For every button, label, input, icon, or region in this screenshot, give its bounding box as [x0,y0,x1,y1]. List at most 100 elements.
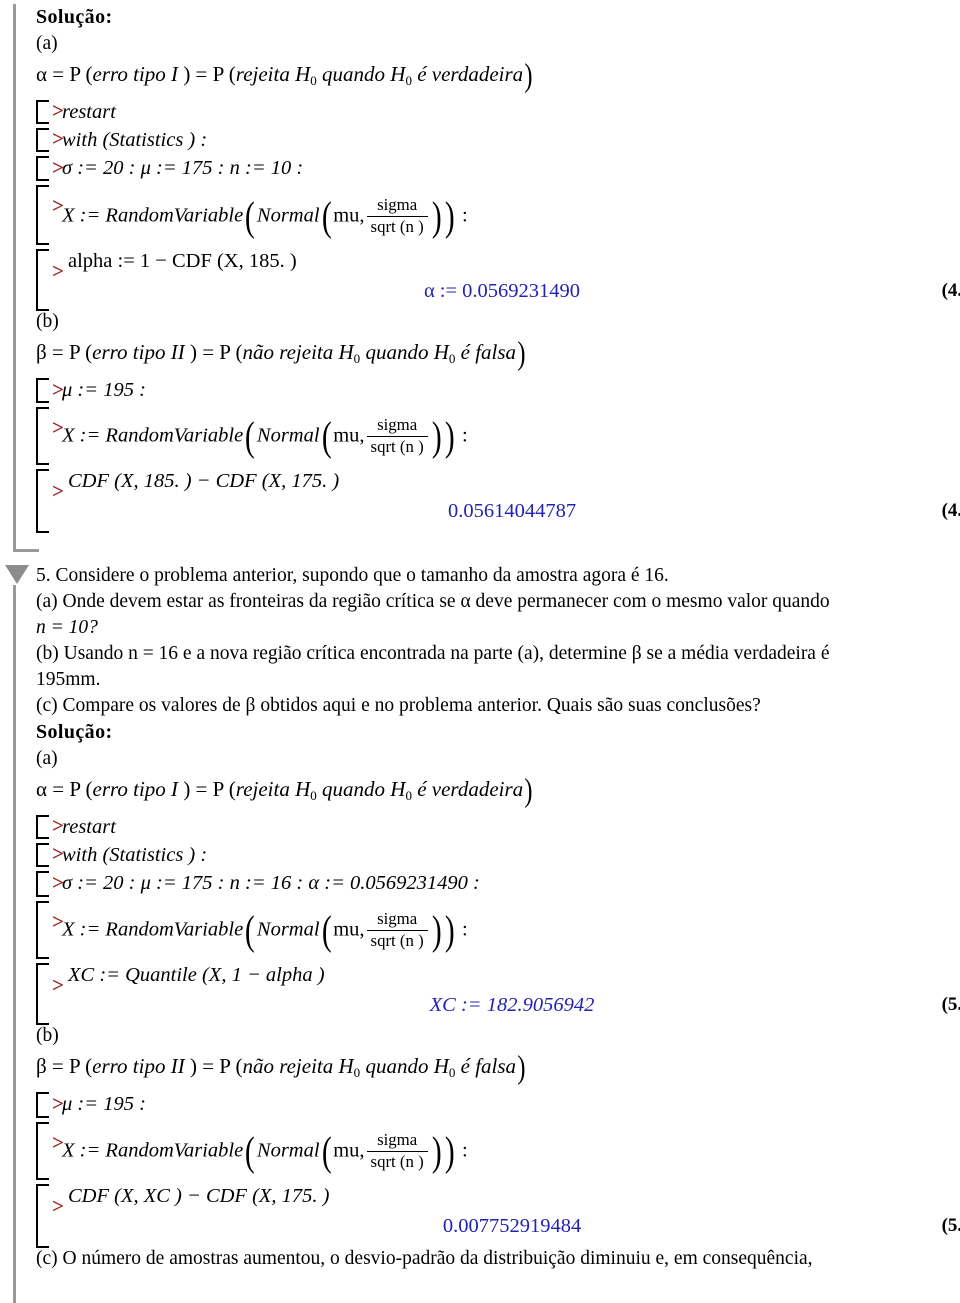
rv-arg1: mu, [333,204,365,227]
alpha-lead: α = P ( [36,62,93,86]
alpha-definition-5: α = P (erro tipo I ) = P (rejeita H0 qua… [22,772,960,813]
maple-input-randomvariable-4[interactable]: X := RandomVariable(Normal(mu, sigma sqrt … [62,183,960,237]
maple-input-randomvariable2-4[interactable]: X := RandomVariable(Normal(mu, sigma sqrt … [62,405,960,457]
maple-output-beta-4: 0.05614044787 (4.2) [22,497,960,529]
rv5-tail: : [462,918,468,941]
xc-output-value: XC := 182.9056942 [429,994,595,1017]
exec-group-randomvariable2-5[interactable]: > X := RandomVariable(Normal(mu, sigma sqr… [22,1120,960,1182]
rv6-fraction: sigma sqrt (n ) [366,1130,428,1171]
maple-input-mu-4[interactable]: μ := 195 : [62,376,960,404]
maple-input-randomvariable2-5[interactable]: X := RandomVariable(Normal(mu, sigma sqrt … [62,1120,960,1172]
part-label-a-4: (a) [36,33,58,54]
section-problema-5: 5. Considere o problema anterior, supond… [0,563,960,1303]
alpha5-err1: erro tipo I [92,777,179,801]
maple-prompt-icon: > [52,415,64,440]
alpha5-close-paren: ) [524,772,533,809]
maple-input-restart-4[interactable]: restart [62,98,960,126]
rv2-numerator: sigma [377,415,418,435]
alpha5-expr-a: rejeita H [235,777,311,801]
maple-input-restart-5[interactable]: restart [62,813,960,841]
rv6-numerator: sigma [377,1130,418,1150]
exec-bracket [36,843,49,868]
maple-output-xc-5: XC := 182.9056942 (5.1) [22,991,960,1023]
problem-5-line-2b: n = 10? [22,615,960,641]
problem-5-conclusion: (c) O número de amostras aumentou, o des… [36,1248,813,1270]
alpha-expr-b: quando H [316,62,406,86]
beta-output-value: 0.05614044787 [447,500,577,523]
beta5-expr-c: é falsa [455,1054,517,1079]
equation-label-4-1[interactable]: (4.1) [942,277,960,305]
rv5-arg1: mu, [333,918,365,941]
beta5-expr-b: quando H [360,1054,449,1079]
section-collapse-triangle-icon[interactable] [5,565,29,584]
section-bracket-bar-5[interactable] [13,585,16,1303]
beta5-output-value: 0.007752919484 [442,1215,582,1238]
exec-group-alpha-4[interactable]: > alpha := 1 − CDF (X, 185. ) [22,247,960,312]
rv5-fraction: sigma sqrt (n ) [366,909,428,950]
exec-group-cdfdiff-4[interactable]: > CDF (X, 185. ) − CDF (X, 175. ) [22,467,960,534]
equation-label-5-1[interactable]: (5.1) [942,991,960,1019]
part-label-b-4: (b) [36,311,59,333]
exec-group-with-4[interactable]: > with (Statistics ) : [22,126,960,154]
beta-err2: erro tipo II [92,340,185,365]
maple-prompt-icon: > [52,1091,64,1116]
maple-input-mu-5[interactable]: μ := 195 : [62,1090,960,1118]
maple-input-with-4[interactable]: with (Statistics ) : [62,126,960,154]
exec-group-randomvariable-5[interactable]: > X := RandomVariable(Normal(mu, sigma sqr… [22,899,960,961]
maple-prompt-icon: > [52,909,64,934]
exec-group-with-5[interactable]: > with (Statistics ) : [22,841,960,869]
equation-label-5-2[interactable]: (5.2) [942,1212,960,1240]
exec-group-mu-5[interactable]: > μ := 195 : [22,1090,960,1120]
maple-input-alpha-4[interactable]: alpha := 1 − CDF (X, 185. ) [62,247,960,275]
problem-5-n-equals: n = 10? [36,617,98,638]
exec-bracket [36,185,49,246]
section-bracket-bar[interactable] [13,4,39,552]
exec-group-mu-4[interactable]: > μ := 195 : [22,376,960,405]
heading-solucao-4: Solução: [36,6,113,28]
maple-input-cdfdiff-4[interactable]: CDF (X, 185. ) − CDF (X, 175. ) [62,467,960,495]
exec-group-cdfdiff-5[interactable]: > CDF (X, XC ) − CDF (X, 175. ) [22,1182,960,1249]
maple-output-alpha-4: α := 0.0569231490 (4.1) [22,277,960,309]
maple-prompt-icon: > [52,126,64,151]
exec-bracket [36,1122,49,1181]
exec-group-assign-5[interactable]: > σ := 20 : μ := 175 : n := 16 : α := 0.… [22,869,960,899]
exec-group-restart-4[interactable]: > restart [22,98,960,126]
exec-group-randomvariable-4[interactable]: > X := RandomVariable(Normal(mu, sigma sqr… [22,183,960,247]
exec-group-randomvariable2-4[interactable]: > X := RandomVariable(Normal(mu, sigma sqr… [22,405,960,467]
maple-input-xc-5[interactable]: XC := Quantile (X, 1 − alpha ) [62,961,960,989]
maple-output-beta-5: 0.007752919484 (5.2) [22,1212,960,1246]
alpha-err1: erro tipo I [92,62,179,86]
rv-numerator: sigma [377,195,418,215]
problem-5-line-3b: 195mm. [36,669,101,690]
rv2-tail: : [462,425,468,447]
rv6-denominator: sqrt (n ) [366,1150,428,1171]
maple-prompt-icon: > [52,155,64,180]
rv5-lhs: X := RandomVariable [62,918,244,941]
rv6-fn: Normal [256,1140,320,1162]
exec-bracket [36,407,49,466]
maple-prompt-icon: > [52,870,64,895]
alpha-expr-a: rejeita H [235,62,311,86]
maple-prompt-icon: > [52,1130,64,1155]
maple-input-assign-4[interactable]: σ := 20 : μ := 175 : n := 10 : [62,154,960,182]
equation-label-4-2[interactable]: (4.2) [942,497,960,525]
alpha-cmd-text: alpha := 1 − CDF (X, 185. ) [68,250,297,273]
exec-group-restart-5[interactable]: > restart [22,813,960,841]
exec-bracket [36,871,49,898]
alpha5-mid: ) = P ( [178,777,236,801]
maple-input-with-5[interactable]: with (Statistics ) : [62,841,960,869]
exec-bracket [36,156,49,182]
problem-5-line-1: 5. Considere o problema anterior, supond… [36,565,669,586]
rv2-lhs: X := RandomVariable [62,425,244,447]
beta-expr-a: não rejeita H [242,340,354,365]
maple-input-cdfdiff-5[interactable]: CDF (X, XC ) − CDF (X, 175. ) [62,1182,960,1210]
exec-group-xc-5[interactable]: > XC := Quantile (X, 1 − alpha ) [22,961,960,1026]
exec-group-assign-4[interactable]: > σ := 20 : μ := 175 : n := 10 : [22,154,960,183]
rv2-fraction: sigma sqrt (n ) [366,415,428,456]
maple-input-assign-5[interactable]: σ := 20 : μ := 175 : n := 16 : α := 0.05… [62,869,960,897]
beta5-mid: ) = P ( [184,1054,243,1079]
maple-input-randomvariable-5[interactable]: X := RandomVariable(Normal(mu, sigma sqrt … [62,899,960,951]
section-solucao-4: Solução: (a) α = P (erro tipo I ) = P (r… [0,4,960,552]
maple-prompt-icon: > [52,98,64,123]
exec-bracket [36,1092,49,1119]
